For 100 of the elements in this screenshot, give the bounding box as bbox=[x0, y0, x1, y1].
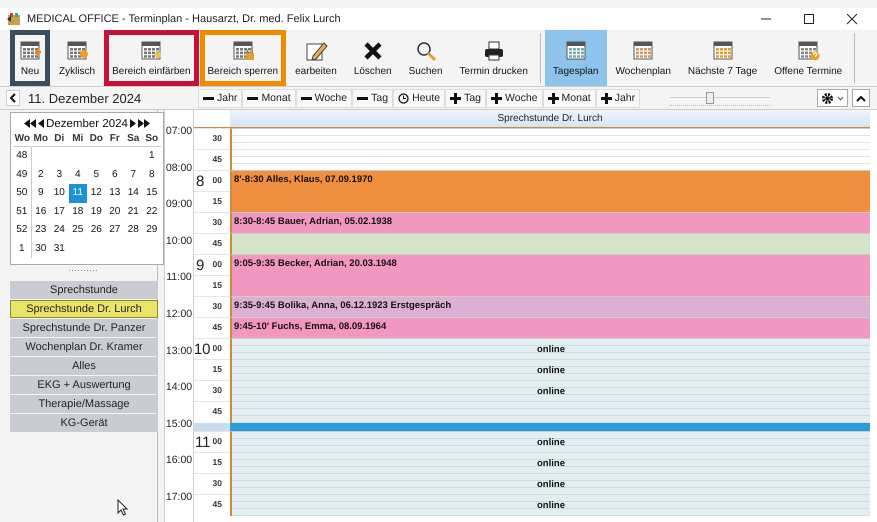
calendar-day[interactable]: 9 bbox=[32, 184, 50, 202]
calendar-day[interactable]: 26 bbox=[87, 221, 106, 240]
plus-icon[interactable] bbox=[491, 92, 502, 104]
slot-label: online bbox=[537, 386, 565, 397]
calendar-lock-icon bbox=[230, 39, 255, 63]
calendar-day[interactable]: 30 bbox=[32, 240, 50, 258]
toolbar-button[interactable]: Zyklisch bbox=[51, 30, 104, 86]
schedule-item[interactable]: EKG + Auswertung bbox=[10, 376, 158, 394]
plus-icon[interactable] bbox=[548, 92, 559, 104]
previous-day-button[interactable] bbox=[6, 90, 20, 106]
calendar-day[interactable]: 23 bbox=[32, 221, 50, 240]
settings-icon[interactable] bbox=[821, 92, 834, 104]
calendar-day[interactable]: 19 bbox=[87, 202, 106, 221]
minute-label: 45 bbox=[212, 406, 222, 416]
schedule-item[interactable]: Alles bbox=[10, 357, 158, 375]
step-button[interactable]: Woche bbox=[486, 88, 543, 108]
step-button[interactable]: Tag bbox=[352, 88, 394, 108]
time-label: 16:00 bbox=[165, 453, 193, 468]
appointment-block[interactable]: 9:05-9:35 Becker, Adrian, 20.03.1948 bbox=[230, 254, 870, 296]
time-label: 09:00 bbox=[165, 197, 193, 212]
calendar-day[interactable]: 27 bbox=[106, 221, 124, 240]
close-icon[interactable] bbox=[846, 13, 858, 25]
calendar-day[interactable]: 20 bbox=[106, 202, 124, 221]
calendar-day[interactable]: 29 bbox=[142, 221, 161, 240]
calendar-day[interactable]: 3 bbox=[50, 166, 68, 184]
schedule-item[interactable]: KG-Gerät bbox=[10, 414, 158, 432]
hour-label: 11 bbox=[194, 436, 211, 450]
toolbar-button[interactable]: Nächste 7 Tage bbox=[680, 30, 766, 86]
maximize-icon[interactable] bbox=[803, 13, 815, 25]
calendar-day[interactable]: 21 bbox=[124, 202, 142, 221]
zoom-slider[interactable] bbox=[670, 90, 770, 106]
step-button[interactable]: Jahr bbox=[596, 88, 640, 108]
appointment-block[interactable]: 8'-8:30 Alles, Klaus, 07.09.1970 bbox=[230, 170, 870, 212]
calendar-day[interactable]: 7 bbox=[124, 166, 142, 184]
calendar-day[interactable]: 22 bbox=[142, 202, 161, 221]
toolbar-button[interactable]: Termin drucken bbox=[452, 30, 536, 86]
step-button[interactable]: Jahr bbox=[198, 88, 242, 108]
online-slot[interactable]: online online online online bbox=[230, 431, 870, 516]
schedule-item[interactable]: Therapie/Massage bbox=[10, 395, 158, 413]
toolbar-button[interactable]: earbeiten bbox=[287, 30, 345, 86]
calendar-day[interactable]: 12 bbox=[87, 184, 106, 202]
calendar-day[interactable]: 18 bbox=[68, 202, 87, 221]
calendar-day[interactable]: 10 bbox=[50, 184, 68, 202]
weekday-label: Sa bbox=[124, 131, 142, 147]
step-button[interactable]: Monat bbox=[542, 88, 596, 108]
calendar-day[interactable]: 24 bbox=[50, 221, 68, 240]
calendar-day[interactable]: 2 bbox=[32, 166, 50, 184]
weekday-label: Do bbox=[87, 131, 106, 147]
appointment-text: 9:35-9:45 Bolika, Anna, 06.12.1923 Erstgespräch bbox=[233, 299, 452, 313]
plus-icon[interactable] bbox=[450, 92, 462, 104]
calendar-day[interactable]: 14 bbox=[124, 184, 142, 202]
calendar-day[interactable]: 16 bbox=[32, 202, 50, 221]
month-label: Dezember 2024 bbox=[46, 118, 128, 130]
next-year-icon[interactable] bbox=[138, 119, 150, 128]
calendar-day[interactable]: 6 bbox=[106, 166, 124, 184]
chevron-left-icon[interactable] bbox=[9, 93, 17, 103]
schedule-item[interactable]: Wochenplan Dr. Kramer bbox=[10, 338, 158, 356]
schedule-item[interactable]: Sprechstunde Dr. Panzer bbox=[10, 319, 158, 337]
caret-icon[interactable] bbox=[837, 96, 844, 100]
toolbar-button[interactable]: Tagesplan bbox=[544, 30, 606, 86]
calendar-day[interactable]: 8 bbox=[142, 166, 161, 184]
calendar-day[interactable]: 15 bbox=[142, 184, 161, 202]
appointment-block[interactable]: 9:35-9:45 Bolika, Anna, 06.12.1923 Erstgespräch bbox=[230, 296, 870, 317]
step-button[interactable]: Woche bbox=[296, 88, 352, 108]
toolbar-button[interactable]: Wochenplan bbox=[608, 30, 679, 86]
calendar-day[interactable]: 25 bbox=[68, 221, 87, 240]
schedule-item[interactable]: Sprechstunde bbox=[10, 281, 158, 299]
previous-month-icon[interactable] bbox=[38, 119, 44, 128]
online-slot[interactable]: online online online bbox=[230, 338, 870, 423]
slider-thumb[interactable] bbox=[706, 92, 714, 104]
appointment-block[interactable]: 9:45-10' Fuchs, Emma, 08.09.1964 bbox=[230, 317, 870, 338]
calendar-day[interactable]: 1 bbox=[142, 147, 161, 166]
calendar-day[interactable]: 17 bbox=[50, 202, 68, 221]
grip-icon[interactable] bbox=[68, 268, 98, 272]
toolbar-button[interactable]: Suchen bbox=[400, 30, 451, 86]
collapse-button[interactable] bbox=[852, 89, 870, 107]
minute-label: 30 bbox=[212, 385, 222, 395]
plus-icon[interactable] bbox=[600, 92, 612, 104]
step-button[interactable]: Tag bbox=[445, 88, 486, 108]
step-button[interactable]: Heute bbox=[393, 88, 446, 108]
toolbar-button[interactable]: Löschen bbox=[346, 30, 400, 86]
schedule-item[interactable]: Sprechstunde Dr. Lurch bbox=[10, 300, 158, 318]
step-button[interactable]: Monat bbox=[242, 88, 296, 108]
previous-year-icon[interactable] bbox=[24, 119, 36, 128]
hour-label: 9 bbox=[195, 259, 204, 273]
chevron-up-icon[interactable] bbox=[856, 94, 866, 102]
appointment-block[interactable]: 8:30-8:45 Bauer, Adrian, 05.02.1938 bbox=[230, 212, 870, 233]
hour-label: 10 bbox=[192, 343, 211, 357]
minute-label: 45 bbox=[212, 154, 222, 164]
calendar-day[interactable]: 13 bbox=[106, 184, 124, 202]
week-number: 1 bbox=[13, 240, 32, 258]
calendar-day[interactable]: 4 bbox=[68, 166, 87, 184]
calendar-day[interactable]: 5 bbox=[87, 166, 106, 184]
calendar-day[interactable]: 31 bbox=[50, 240, 68, 258]
toolbar-button[interactable]: Offene Termine bbox=[766, 30, 850, 86]
clock-icon[interactable] bbox=[398, 92, 410, 104]
next-month-icon[interactable] bbox=[130, 119, 136, 128]
calendar-day[interactable]: 28 bbox=[124, 221, 142, 240]
settings-button[interactable] bbox=[817, 89, 848, 107]
time-label: 12:00 bbox=[165, 306, 193, 322]
